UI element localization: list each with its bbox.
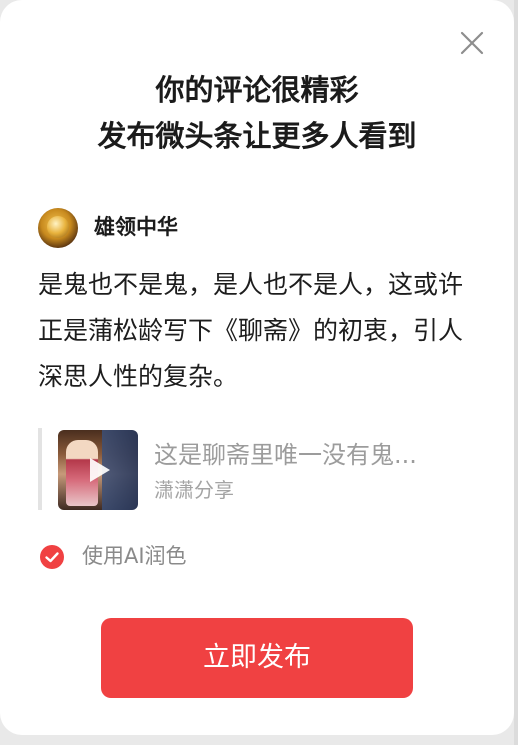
ai-polish-label[interactable]: 使用AI润色	[82, 541, 187, 571]
background-strip	[514, 0, 518, 745]
quote-bar	[38, 428, 42, 510]
close-button[interactable]	[459, 30, 485, 56]
author-name: 雄领中华	[94, 215, 178, 239]
shared-video-title: 这是聊斋里唯一没有鬼...	[154, 441, 417, 469]
checkmark-icon	[40, 545, 64, 569]
play-icon	[90, 458, 110, 482]
shared-video-source: 潇潇分享	[154, 478, 234, 502]
avatar-image	[47, 216, 69, 238]
comment-text: 是鬼也不是鬼，是人也不是人，这或许正是蒲松龄写下《聊斋》的初衷，引人深思人性的复…	[38, 270, 464, 391]
dialog-headline-line2: 发布微头条让更多人看到	[97, 119, 417, 153]
ai-polish-checkbox[interactable]	[40, 545, 64, 569]
shared-video-card[interactable]: 这是聊斋里唯一没有鬼... 潇潇分享	[38, 428, 478, 512]
close-icon	[460, 31, 484, 55]
video-thumbnail	[58, 430, 138, 510]
publish-button[interactable]: 立即发布	[101, 618, 413, 698]
dialog-headline-line1: 你的评论很精彩	[155, 73, 359, 107]
author-avatar	[38, 208, 78, 248]
publish-dialog: 你的评论很精彩 发布微头条让更多人看到 雄领中华 是鬼也不是鬼，是人也不是人，这…	[0, 0, 514, 735]
